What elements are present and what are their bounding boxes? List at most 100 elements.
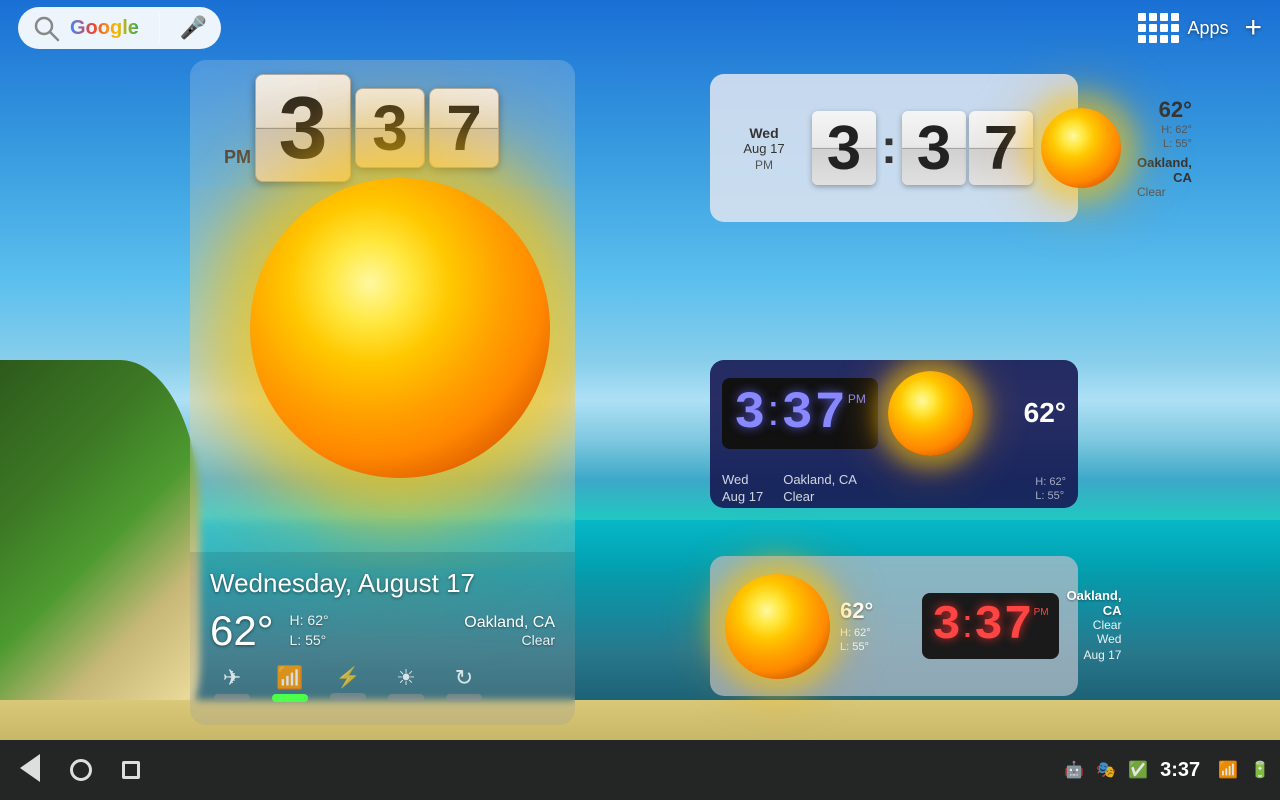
recents-button[interactable] (122, 761, 140, 779)
w2-top: 3 : 3 7 PM 62° (710, 360, 1078, 466)
w3-high: H: 62° (840, 627, 871, 639)
signal-icon: 📶 (1218, 760, 1238, 780)
home-button[interactable] (70, 759, 92, 781)
sm1-weather: 62° H: 62° L: 55° Oakland, CA Clear (1137, 97, 1192, 200)
w2-temp: 62° (1024, 397, 1066, 429)
rotation-toggle[interactable]: ↻ (442, 665, 486, 709)
w2-day: Wed (722, 472, 749, 487)
topbar-right: Apps + (1138, 11, 1270, 45)
system-status-icons: 🤖 🎭 ✅ 3:37 📶 🔋 (1064, 759, 1270, 782)
w3-temp: 62° (840, 598, 910, 624)
brightness-toggle[interactable]: ☀ (384, 665, 428, 709)
w3-right-info: Oakland, CA Clear Wed Aug 17 (1067, 588, 1122, 663)
w3-digit2: 3 (974, 599, 1003, 653)
android-debug-icon: 🤖 (1064, 760, 1084, 780)
bluetooth-toggle[interactable]: ⚡ (326, 665, 370, 709)
min1-digit-large: 3 (355, 88, 425, 168)
high-temp-large: H: 62° (290, 612, 329, 628)
w2-location: Oakland, CA (783, 472, 857, 487)
w3-sun-icon (725, 574, 830, 679)
w3-info-left: 62° H: 62° L: 55° (840, 598, 910, 655)
apps-grid-icon (1138, 13, 1179, 43)
airplane-toggle[interactable]: ✈ (210, 665, 254, 709)
w3-condition: Clear (1093, 618, 1122, 632)
play-store-icon: 🎭 (1096, 760, 1116, 780)
w3-digit1: 3 (932, 599, 961, 653)
widget-large-info: Wednesday, August 17 62° H: 62° L: 55° O… (190, 552, 575, 725)
rotation-icon: ↻ (455, 665, 473, 691)
topbar: Google 🎤 Apps + (0, 0, 1280, 56)
bluetooth-bar (330, 693, 366, 701)
add-widget-button[interactable]: + (1236, 11, 1270, 45)
w2-sun-icon (888, 371, 973, 456)
sun-icon-large (250, 178, 550, 478)
sm1-hilo: H: 62° L: 55° (1161, 123, 1192, 152)
sm1-digit1: 3 (812, 111, 876, 185)
toggle-row: ✈ 📶 ⚡ ☀ ↻ (210, 665, 555, 709)
w2-hilo: H: 62° L: 55° (1035, 475, 1066, 504)
wifi-icon: 📶 (276, 665, 303, 691)
w2-digit3: 7 (815, 384, 846, 443)
w2-datestr: Aug 17 (722, 489, 763, 504)
widget-small-1[interactable]: Wed Aug 17 PM 3 : 3 7 62° H: 62° L: 55° … (710, 74, 1078, 222)
w3-hilo: H: 62° L: 55° (840, 626, 910, 655)
widget-small-2[interactable]: 3 : 3 7 PM 62° Wed Aug 17 Oakland, CA Cl… (710, 360, 1078, 508)
sm1-colon: : (881, 124, 897, 172)
w2-digit2: 3 (781, 384, 812, 443)
google-search-bar[interactable]: Google 🎤 (18, 7, 221, 49)
brightness-bar (388, 694, 424, 702)
sm1-ampm: PM (755, 158, 773, 172)
brightness-icon: ☀ (396, 665, 416, 691)
sm1-low: L: 55° (1163, 138, 1192, 150)
google-search-icon (32, 14, 60, 42)
w2-condition: Clear (783, 489, 814, 504)
sm1-day: Wed (749, 125, 778, 141)
widget-small-3[interactable]: 62° H: 62° L: 55° 3 : 3 7 PM Oakland, CA… (710, 556, 1078, 696)
w3-datestr: Aug 17 (1083, 648, 1121, 662)
sm1-location: Oakland, CA (1137, 155, 1192, 185)
sm1-digit2: 3 (902, 111, 966, 185)
sm1-high: H: 62° (1161, 124, 1192, 136)
sm1-temp: 62° (1159, 97, 1192, 123)
island-bg (0, 360, 200, 740)
ampm-label-large: PM (224, 147, 251, 182)
w3-digital-clock: 3 : 3 7 PM (922, 593, 1059, 659)
w3-day: Wed (1097, 632, 1121, 646)
google-logo-text: Google (70, 17, 139, 40)
nav-icons (20, 754, 140, 787)
back-button[interactable] (20, 754, 40, 787)
sm1-condition: Clear (1137, 185, 1192, 199)
bottom-navigation-bar: 🤖 🎭 ✅ 3:37 📶 🔋 (0, 740, 1280, 800)
widget-sm1-date: Wed Aug 17 PM (724, 125, 804, 172)
wifi-bar (272, 694, 308, 702)
w2-ampm: PM (848, 392, 866, 406)
low-temp-large: L: 55° (290, 632, 327, 648)
w3-colon: : (962, 602, 973, 651)
temp-detail-large: H: 62° L: 55° (290, 611, 329, 650)
search-divider (159, 13, 160, 43)
w3-low: L: 55° (840, 641, 869, 653)
w2-location-info: Oakland, CA Clear (783, 472, 857, 506)
w2-date: Wed Aug 17 (722, 472, 763, 506)
wifi-toggle[interactable]: 📶 (268, 665, 312, 709)
widget-large-weather-clock[interactable]: PM 3 3 7 Wednesday, August 17 62° H: 62°… (190, 60, 575, 725)
w2-bottom: Wed Aug 17 Oakland, CA Clear H: 62° L: 5… (710, 466, 1078, 508)
w2-low: L: 55° (1035, 490, 1064, 502)
apps-label[interactable]: Apps (1187, 18, 1228, 39)
condition-large: Clear (464, 632, 555, 648)
weather-row-large: 62° H: 62° L: 55° Oakland, CA Clear (210, 607, 555, 655)
min2-digit-large: 7 (429, 88, 499, 168)
hour-digit-large: 3 (255, 74, 351, 182)
airplane-bar (214, 694, 250, 702)
w2-high: H: 62° (1035, 476, 1066, 488)
w2-digit1: 3 (734, 384, 765, 443)
bottom-time: 3:37 (1160, 759, 1200, 782)
microphone-icon[interactable]: 🎤 (180, 15, 207, 41)
w3-digit3: 7 (1004, 599, 1033, 653)
rotation-bar (446, 694, 482, 702)
download-complete-icon: ✅ (1128, 760, 1148, 780)
sm1-clock: 3 : 3 7 (812, 111, 1033, 185)
temperature-large: 62° (210, 607, 274, 655)
battery-icon: 🔋 (1250, 760, 1270, 780)
sm1-sun-icon (1041, 108, 1121, 188)
